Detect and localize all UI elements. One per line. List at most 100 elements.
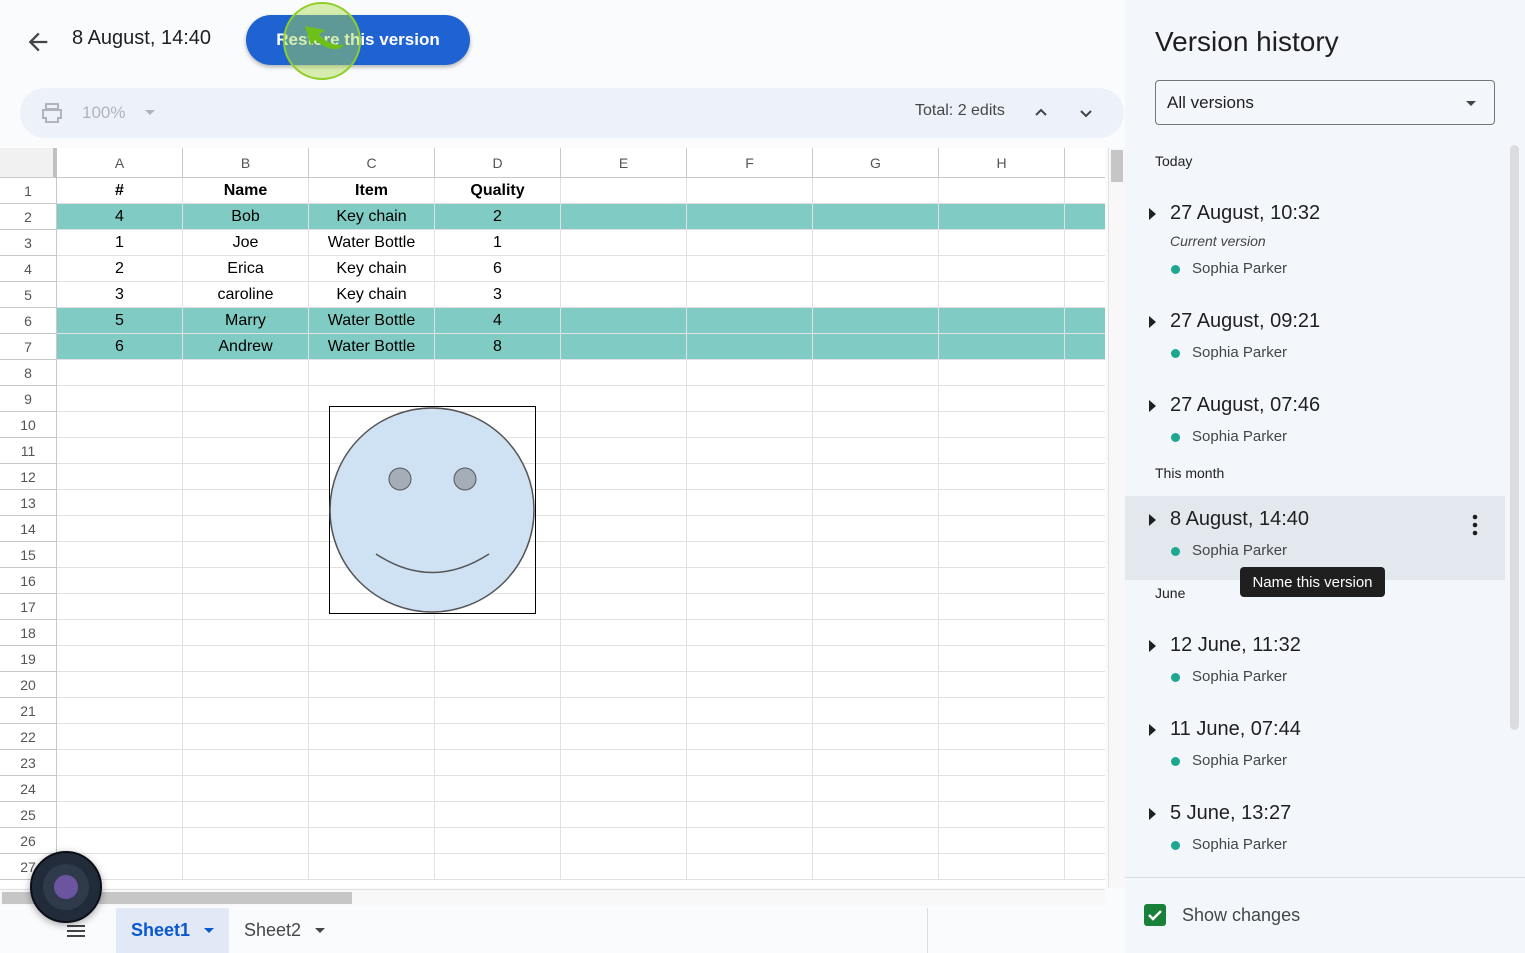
- table-cell[interactable]: [561, 360, 687, 386]
- table-cell[interactable]: [309, 646, 435, 672]
- table-cell[interactable]: [687, 776, 813, 802]
- table-cell[interactable]: [561, 620, 687, 646]
- table-cell[interactable]: [561, 698, 687, 724]
- table-cell[interactable]: [435, 646, 561, 672]
- table-cell[interactable]: 2: [57, 256, 183, 282]
- table-cell[interactable]: [813, 438, 939, 464]
- table-cell[interactable]: [183, 802, 309, 828]
- table-cell[interactable]: [813, 672, 939, 698]
- table-cell[interactable]: [1065, 724, 1105, 750]
- table-cell[interactable]: [1065, 698, 1105, 724]
- table-cell[interactable]: [813, 854, 939, 880]
- table-cell[interactable]: [435, 750, 561, 776]
- table-cell[interactable]: [561, 724, 687, 750]
- table-cell[interactable]: [939, 204, 1065, 230]
- table-cell[interactable]: [561, 776, 687, 802]
- table-cell[interactable]: [1065, 828, 1105, 854]
- table-cell[interactable]: [1065, 464, 1105, 490]
- row-header[interactable]: 2: [0, 204, 57, 230]
- row-header[interactable]: 11: [0, 438, 57, 464]
- column-header[interactable]: D: [435, 148, 561, 178]
- row-header[interactable]: 10: [0, 412, 57, 438]
- table-cell[interactable]: [57, 620, 183, 646]
- table-cell[interactable]: [687, 464, 813, 490]
- table-cell[interactable]: [57, 568, 183, 594]
- table-cell[interactable]: [939, 360, 1065, 386]
- table-cell[interactable]: [813, 802, 939, 828]
- table-cell[interactable]: [57, 698, 183, 724]
- select-all-corner[interactable]: [0, 148, 57, 178]
- expand-triangle-icon[interactable]: [1149, 208, 1156, 220]
- tab-sheet2[interactable]: Sheet2: [229, 908, 340, 953]
- table-cell[interactable]: [561, 178, 687, 204]
- expand-triangle-icon[interactable]: [1149, 514, 1156, 526]
- table-cell[interactable]: [1065, 620, 1105, 646]
- table-cell[interactable]: [687, 802, 813, 828]
- table-cell[interactable]: [183, 646, 309, 672]
- table-cell[interactable]: [1065, 750, 1105, 776]
- table-cell[interactable]: [939, 178, 1065, 204]
- table-cell[interactable]: [813, 490, 939, 516]
- row-header[interactable]: 14: [0, 516, 57, 542]
- table-cell[interactable]: [183, 620, 309, 646]
- table-cell[interactable]: [435, 802, 561, 828]
- table-cell[interactable]: Marry: [183, 308, 309, 334]
- table-cell[interactable]: 1: [57, 230, 183, 256]
- table-cell[interactable]: [813, 282, 939, 308]
- table-cell[interactable]: [813, 334, 939, 360]
- version-item[interactable]: 27 August, 07:46 Sophia Parker: [1125, 382, 1505, 466]
- row-header[interactable]: 26: [0, 828, 57, 854]
- table-cell[interactable]: [57, 464, 183, 490]
- row-header[interactable]: 17: [0, 594, 57, 620]
- table-cell[interactable]: 3: [435, 282, 561, 308]
- table-cell[interactable]: [561, 386, 687, 412]
- row-header[interactable]: 7: [0, 334, 57, 360]
- table-cell[interactable]: [687, 672, 813, 698]
- table-cell[interactable]: [561, 594, 687, 620]
- vertical-scroll-thumb[interactable]: [1111, 150, 1123, 182]
- table-cell[interactable]: [687, 386, 813, 412]
- table-cell[interactable]: [1065, 542, 1105, 568]
- table-cell[interactable]: [813, 776, 939, 802]
- table-cell[interactable]: [309, 620, 435, 646]
- chevron-up-icon[interactable]: [1032, 104, 1050, 122]
- back-arrow-icon[interactable]: [24, 28, 52, 56]
- column-header[interactable]: G: [813, 148, 939, 178]
- table-cell[interactable]: [309, 698, 435, 724]
- table-cell[interactable]: [309, 802, 435, 828]
- table-cell[interactable]: [939, 516, 1065, 542]
- table-cell[interactable]: [813, 360, 939, 386]
- row-header[interactable]: 20: [0, 672, 57, 698]
- table-cell[interactable]: [813, 750, 939, 776]
- table-cell[interactable]: [183, 568, 309, 594]
- table-cell[interactable]: [939, 256, 1065, 282]
- table-cell[interactable]: [939, 230, 1065, 256]
- column-header[interactable]: F: [687, 148, 813, 178]
- table-cell[interactable]: [561, 568, 687, 594]
- caret-down-icon[interactable]: [315, 928, 326, 933]
- table-cell[interactable]: [1065, 516, 1105, 542]
- table-cell[interactable]: [561, 750, 687, 776]
- version-item[interactable]: 27 August, 10:32 Current version Sophia P…: [1125, 190, 1505, 298]
- table-cell[interactable]: [435, 672, 561, 698]
- column-header[interactable]: H: [939, 148, 1065, 178]
- table-cell[interactable]: [561, 308, 687, 334]
- row-header[interactable]: 15: [0, 542, 57, 568]
- show-changes-checkbox[interactable]: [1144, 904, 1166, 926]
- table-cell[interactable]: [813, 646, 939, 672]
- table-cell[interactable]: [57, 542, 183, 568]
- table-cell[interactable]: [687, 646, 813, 672]
- table-cell[interactable]: [57, 750, 183, 776]
- table-cell[interactable]: [183, 724, 309, 750]
- table-cell[interactable]: Key chain: [309, 256, 435, 282]
- row-header[interactable]: 13: [0, 490, 57, 516]
- table-cell[interactable]: Item: [309, 178, 435, 204]
- row-header[interactable]: 24: [0, 776, 57, 802]
- table-cell[interactable]: [57, 516, 183, 542]
- table-cell[interactable]: [939, 594, 1065, 620]
- table-cell[interactable]: [57, 646, 183, 672]
- column-header[interactable]: A: [57, 148, 183, 178]
- table-cell[interactable]: [687, 334, 813, 360]
- table-cell[interactable]: Water Bottle: [309, 308, 435, 334]
- table-cell[interactable]: [1065, 594, 1105, 620]
